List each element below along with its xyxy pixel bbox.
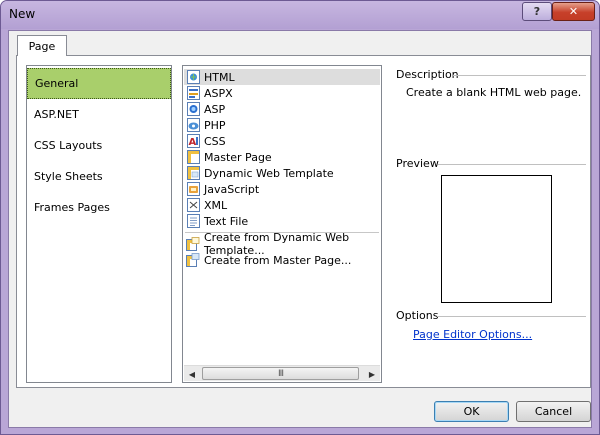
asp-file-icon (186, 102, 200, 116)
html-file-icon (186, 70, 200, 84)
type-label: PHP (204, 118, 226, 132)
page-editor-options-link[interactable]: Page Editor Options... (413, 328, 532, 341)
dialog-client-area: Page General ASP.NET CSS Layouts Style S… (8, 30, 592, 428)
javascript-file-icon (186, 182, 200, 196)
type-item-dynamic-web-template[interactable]: Dynamic Web Template (184, 165, 380, 181)
category-asp-net[interactable]: ASP.NET (27, 99, 171, 130)
close-button[interactable]: ✕ (552, 2, 595, 21)
help-icon: ? (533, 5, 541, 18)
category-style-sheets[interactable]: Style Sheets (27, 161, 171, 192)
ok-button[interactable]: OK (434, 401, 509, 422)
options-divider (437, 316, 586, 317)
category-frames-pages[interactable]: Frames Pages (27, 192, 171, 223)
cancel-button-label: Cancel (534, 405, 573, 418)
preview-heading: Preview (396, 157, 439, 170)
type-label: Text File (204, 214, 249, 228)
new-dialog: New ? ✕ Page General ASP.NET CSS Layouts (0, 0, 600, 435)
scroll-thumb[interactable]: III (202, 367, 359, 380)
php-file-icon (186, 118, 200, 132)
type-item-create-from-dwt[interactable]: Create from Dynamic Web Template... (184, 231, 380, 257)
type-item-javascript[interactable]: JavaScript (184, 181, 380, 197)
cancel-button[interactable]: Cancel (516, 401, 591, 422)
svg-text:A: A (188, 137, 196, 148)
title-bar[interactable]: New ? ✕ (1, 1, 599, 29)
css-file-icon: A (186, 134, 200, 148)
type-label: ASP (204, 102, 226, 116)
page-type-list[interactable]: HTML ASPX ASP PHP A CSS Master Page Dyna… (182, 65, 382, 383)
type-label: XML (204, 198, 228, 212)
description-text: Create a blank HTML web page. (406, 86, 582, 99)
category-label: General (35, 77, 79, 90)
type-item-master-page[interactable]: Master Page (184, 149, 380, 165)
create-from-template-icon (186, 237, 200, 251)
tab-page-label: Page (28, 39, 56, 53)
description-divider (453, 75, 586, 76)
type-label: ASPX (204, 86, 233, 100)
type-label: Master Page (204, 150, 272, 164)
category-label: CSS Layouts (34, 139, 103, 152)
scroll-left-icon[interactable]: ◀ (184, 366, 200, 382)
type-label: HTML (204, 70, 235, 84)
xml-file-icon (186, 198, 200, 212)
type-label: Dynamic Web Template (204, 166, 334, 180)
type-item-php[interactable]: PHP (184, 117, 380, 133)
create-from-master-icon (186, 253, 200, 267)
type-item-xml[interactable]: XML (184, 197, 380, 213)
close-icon: ✕ (568, 5, 579, 18)
category-label: Frames Pages (34, 201, 110, 214)
master-page-icon (186, 150, 200, 164)
type-label: CSS (204, 134, 226, 148)
preview-box (441, 175, 552, 303)
type-item-aspx[interactable]: ASPX (184, 85, 380, 101)
category-list[interactable]: General ASP.NET CSS Layouts Style Sheets… (26, 65, 172, 383)
type-label: JavaScript (204, 182, 260, 196)
type-item-create-from-master[interactable]: Create from Master Page... (184, 252, 380, 268)
type-item-html[interactable]: HTML (184, 69, 380, 85)
category-css-layouts[interactable]: CSS Layouts (27, 130, 171, 161)
type-item-text-file[interactable]: Text File (184, 213, 380, 229)
text-file-icon (186, 214, 200, 228)
category-label: Style Sheets (34, 170, 103, 183)
category-label: ASP.NET (34, 108, 79, 121)
description-heading: Description (396, 68, 459, 81)
help-button[interactable]: ? (522, 2, 552, 21)
page-tab-panel: General ASP.NET CSS Layouts Style Sheets… (16, 55, 591, 388)
preview-divider (438, 164, 586, 165)
tab-page[interactable]: Page (17, 35, 67, 56)
dynamic-web-template-icon (186, 166, 200, 180)
category-general[interactable]: General (27, 68, 171, 99)
horizontal-scrollbar[interactable]: ◀ III ▶ (184, 365, 380, 381)
scroll-right-icon[interactable]: ▶ (364, 366, 380, 382)
type-item-asp[interactable]: ASP (184, 101, 380, 117)
type-label: Create from Master Page... (204, 253, 352, 267)
type-item-css[interactable]: A CSS (184, 133, 380, 149)
options-heading: Options (396, 309, 439, 322)
ok-button-label: OK (463, 405, 480, 418)
aspx-file-icon (186, 86, 200, 100)
dialog-title: New (9, 7, 36, 21)
